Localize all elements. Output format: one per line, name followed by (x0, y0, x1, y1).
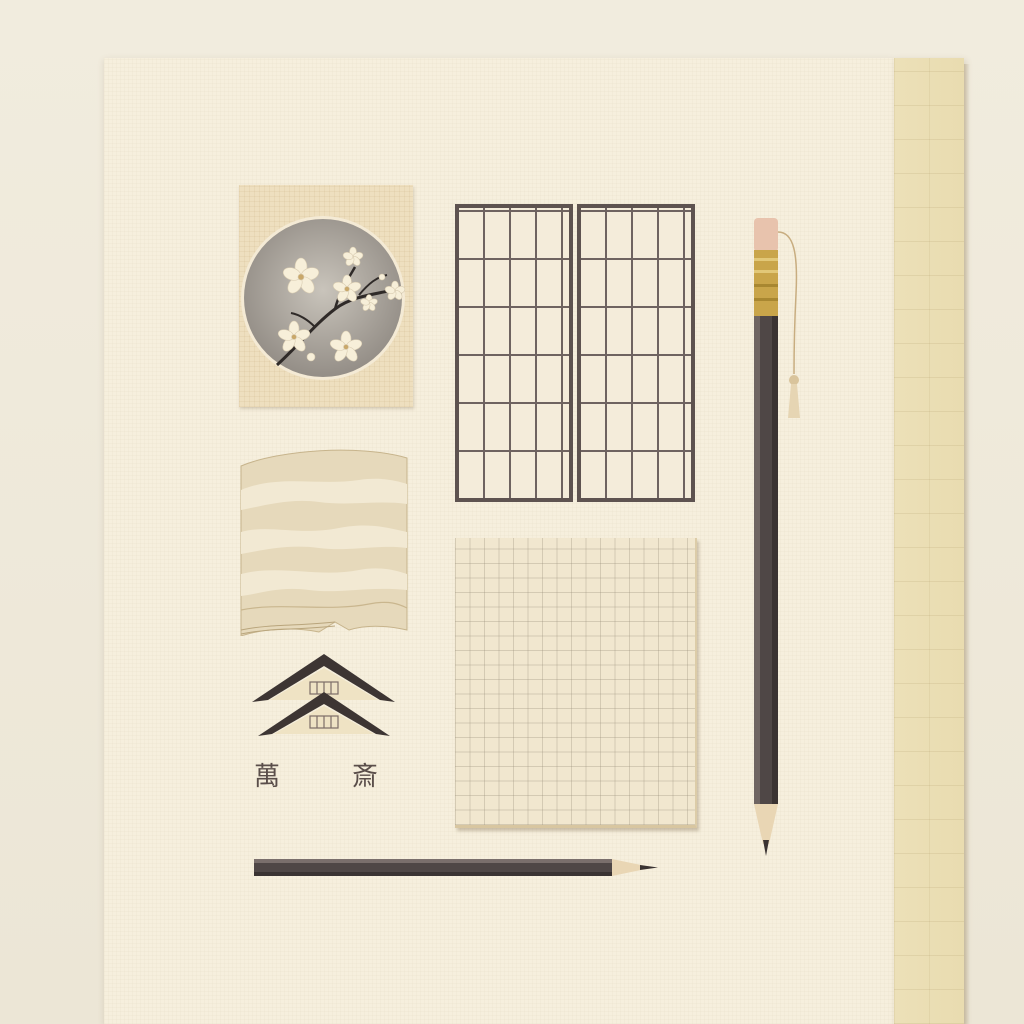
stationery-scene: 萬 斎 (0, 0, 1024, 1024)
side-strip-shadow (964, 64, 970, 1024)
shoji-screen-left (455, 204, 573, 502)
side-paper-strip (894, 58, 964, 1024)
cherry-blossom-card (239, 185, 413, 407)
cherry-blossom-icon (241, 216, 406, 380)
grid-paper-icon (455, 538, 697, 828)
pagoda-roof-icon (252, 654, 395, 736)
pencil-icon (254, 859, 658, 876)
wave-pattern-icon (240, 449, 408, 636)
pencil-icon (754, 218, 800, 856)
glyph-right: 斎 (352, 762, 379, 792)
glyph-left: 萬 (254, 762, 281, 792)
shoji-screen-right (577, 204, 695, 502)
